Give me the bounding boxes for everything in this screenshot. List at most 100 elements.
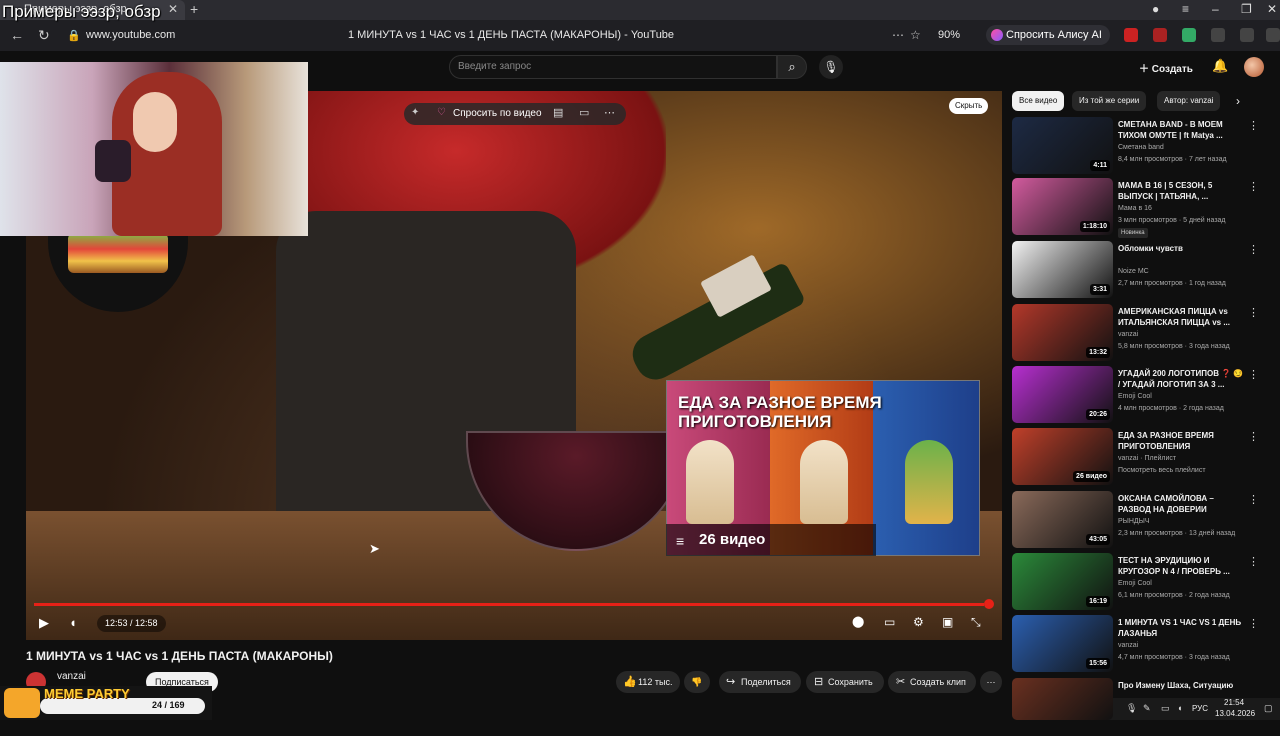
recommendation-item[interactable]: 43:05 ОКСАНА САМОЙЛОВА – РАЗВОД НА ДОВЕРИ… [1012, 491, 1262, 549]
recommendation-channel[interactable]: Мама в 16 [1118, 205, 1152, 212]
save-button[interactable]: ⊟ Сохранить [806, 671, 884, 693]
more-actions-button[interactable]: ⋯ [980, 671, 1002, 693]
dislike-button[interactable]: 👎 [684, 671, 710, 693]
chip-same-series[interactable]: Из той же серии [1072, 91, 1147, 111]
sparkle-icon[interactable]: ✦ [411, 107, 419, 118]
recommendation-title[interactable]: Обломки чувств [1118, 243, 1246, 254]
more-options-icon[interactable]: ⋯ [604, 106, 615, 119]
chip-all-videos[interactable]: Все видео [1012, 91, 1065, 111]
video-thumbnail[interactable]: 16:19 [1012, 553, 1113, 610]
bell-icon[interactable]: 🔔 [1212, 58, 1228, 74]
more-icon[interactable]: ⋯ [892, 28, 904, 42]
hide-button[interactable]: Скрыть [949, 98, 989, 114]
new-tab-icon[interactable]: + [190, 1, 198, 17]
recommendation-item[interactable]: 26 видео ЕДА ЗА РАЗНОЕ ВРЕМЯ ПРИГОТОВЛЕНИ… [1012, 428, 1262, 486]
video-thumbnail[interactable]: 13:32 [1012, 304, 1113, 361]
like-button[interactable]: 👍 112 тыс. [616, 671, 680, 693]
more-vert-icon[interactable]: ⋮ [1248, 493, 1259, 506]
autoplay-toggle[interactable]: ⬤ [852, 615, 864, 628]
recommendation-channel[interactable]: Noize MC [1118, 268, 1149, 275]
mic-icon[interactable]: 🎙 [819, 55, 843, 79]
recommendation-channel[interactable]: vanzai [1118, 331, 1138, 338]
recommendation-channel[interactable]: РЫНДЫЧ [1118, 518, 1150, 525]
video-thumbnail[interactable]: 26 видео [1012, 428, 1113, 485]
bookmark-icon[interactable]: ☆ [910, 28, 921, 42]
recommendation-item[interactable]: Про Измену Шаха, Ситуацию [1012, 678, 1262, 736]
extension-icon[interactable] [1182, 28, 1196, 42]
recommendation-item[interactable]: 13:32 АМЕРИКАНСКАЯ ПИЦЦА vs ИТАЛЬЯНСКАЯ П… [1012, 304, 1262, 362]
more-vert-icon[interactable]: ⋮ [1248, 306, 1259, 319]
more-vert-icon[interactable]: ⋮ [1248, 119, 1259, 132]
recommendation-item[interactable]: 20:26 УГАДАЙ 200 ЛОГОТИПОВ ❓ 😏 / УГАДАЙ Л… [1012, 366, 1262, 424]
video-thumbnail[interactable]: 15:56 [1012, 615, 1113, 672]
recommendation-channel[interactable]: vanzai · Плейлист [1118, 455, 1176, 462]
video-thumbnail[interactable]: 43:05 [1012, 491, 1113, 548]
volume-icon[interactable]: ◖ [69, 615, 77, 630]
close-window-icon[interactable]: ✕ [1267, 2, 1277, 16]
minimize-icon[interactable]: – [1212, 2, 1219, 16]
avatar[interactable] [1244, 57, 1264, 77]
recommendation-title[interactable]: ТЕСТ НА ЭРУДИЦИЮ И КРУГОЗОР N 4 / ПРОВЕР… [1118, 555, 1246, 577]
menu-icon[interactable]: ≡ [1182, 2, 1189, 16]
recommendation-title[interactable]: АМЕРИКАНСКАЯ ПИЦЦА vs ИТАЛЬЯНСКАЯ ПИЦЦА … [1118, 306, 1246, 328]
settings-icon[interactable]: ⚙ [913, 615, 924, 629]
miniplayer-icon[interactable]: ▣ [942, 615, 953, 629]
extension-icon[interactable] [1266, 28, 1280, 42]
recommendation-channel[interactable]: Emoji Cool [1118, 393, 1152, 400]
video-thumbnail[interactable]: 3:31 [1012, 241, 1113, 298]
extension-icon[interactable] [1124, 28, 1138, 42]
subtitles-icon[interactable]: ▭ [579, 106, 589, 119]
more-vert-icon[interactable]: ⋮ [1248, 243, 1259, 256]
reload-icon[interactable]: ↻ [38, 27, 50, 44]
site-info-icon[interactable]: 🔒 [67, 29, 81, 42]
extension-icon[interactable] [1211, 28, 1225, 42]
recommendation-channel[interactable]: vanzai [1118, 642, 1138, 649]
video-thumbnail[interactable]: 4:11 [1012, 117, 1113, 174]
notifications-icon[interactable]: ▢ [1264, 703, 1273, 714]
zoom-level[interactable]: 90% [938, 29, 960, 41]
recommendation-item[interactable]: 1:18:10 МАМА В 16 | 5 СЕЗОН, 5 ВЫПУСК | Т… [1012, 178, 1262, 238]
more-vert-icon[interactable]: ⋮ [1248, 617, 1259, 630]
url-field[interactable]: www.youtube.com [86, 29, 175, 41]
subtitles-icon[interactable]: ▭ [884, 615, 895, 629]
profile-icon[interactable]: ● [1152, 2, 1159, 16]
alice-button[interactable]: Спросить Алису AI [986, 25, 1110, 45]
fullscreen-icon[interactable]: ⤡ [971, 615, 981, 630]
recommendation-title[interactable]: 1 МИНУТА VS 1 ЧАС VS 1 ДЕНЬ ЛАЗАНЬЯ [1118, 617, 1246, 639]
scrubber-handle[interactable] [984, 599, 994, 609]
chevron-right-icon[interactable]: › [1236, 94, 1240, 108]
recommendation-title[interactable]: ОКСАНА САМОЙЛОВА – РАЗВОД НА ДОВЕРИИ [1118, 493, 1246, 515]
back-icon[interactable]: ← [10, 27, 24, 43]
maximize-icon[interactable]: ❐ [1241, 2, 1252, 16]
recommendation-channel[interactable]: Emoji Cool [1118, 580, 1152, 587]
video-thumbnail[interactable]: 1:18:10 [1012, 178, 1113, 235]
create-button[interactable]: ＋ Создать [1139, 60, 1193, 75]
recommendation-title[interactable]: Про Измену Шаха, Ситуацию [1118, 680, 1246, 691]
recommendation-item[interactable]: 4:11 СМЕТАНА BAND - В МОЕМ ТИХОМ ОМУТЕ | … [1012, 117, 1262, 175]
more-vert-icon[interactable]: ⋮ [1248, 555, 1259, 568]
more-vert-icon[interactable]: ⋮ [1248, 430, 1259, 443]
extension-icon[interactable] [1240, 28, 1254, 42]
video-thumbnail[interactable] [1012, 678, 1113, 720]
recommendation-item[interactable]: 16:19 ТЕСТ НА ЭРУДИЦИЮ И КРУГОЗОР N 4 / П… [1012, 553, 1262, 611]
play-icon[interactable]: ▶ [39, 615, 49, 631]
recommendation-title[interactable]: МАМА В 16 | 5 СЕЗОН, 5 ВЫПУСК | ТАТЬЯНА,… [1118, 180, 1246, 202]
recommendation-title[interactable]: ЕДА ЗА РАЗНОЕ ВРЕМЯ ПРИГОТОВЛЕНИЯ [1118, 430, 1246, 452]
share-button[interactable]: ↪ Поделиться [719, 671, 801, 693]
recommendation-title[interactable]: СМЕТАНА BAND - В МОЕМ ТИХОМ ОМУТЕ | ft M… [1118, 119, 1246, 141]
ask-video-button[interactable]: Спросить по видео [453, 108, 542, 119]
recommendation-channel[interactable]: Сметана band [1118, 144, 1164, 151]
search-icon[interactable]: ⌕ [777, 55, 807, 79]
clip-button[interactable]: ✂ Создать клип [888, 671, 976, 693]
recommendation-title[interactable]: УГАДАЙ 200 ЛОГОТИПОВ ❓ 😏 / УГАДАЙ ЛОГОТИ… [1118, 368, 1246, 390]
extension-icon[interactable] [1153, 28, 1167, 42]
more-vert-icon[interactable]: ⋮ [1248, 368, 1259, 381]
recommendation-item[interactable]: 3:31 Обломки чувств Noize MC 2,7 млн просмо… [1012, 241, 1262, 299]
more-vert-icon[interactable]: ⋮ [1248, 180, 1259, 193]
video-thumbnail[interactable]: 20:26 [1012, 366, 1113, 423]
chapters-icon[interactable]: ▤ [553, 106, 563, 119]
recommendation-item[interactable]: 15:56 1 МИНУТА VS 1 ЧАС VS 1 ДЕНЬ ЛАЗАНЬЯ… [1012, 615, 1262, 673]
tab-close-icon[interactable]: ✕ [168, 2, 178, 16]
chip-author[interactable]: Автор: vanzai [1157, 91, 1221, 111]
channel-name[interactable]: vanzai [57, 671, 86, 682]
